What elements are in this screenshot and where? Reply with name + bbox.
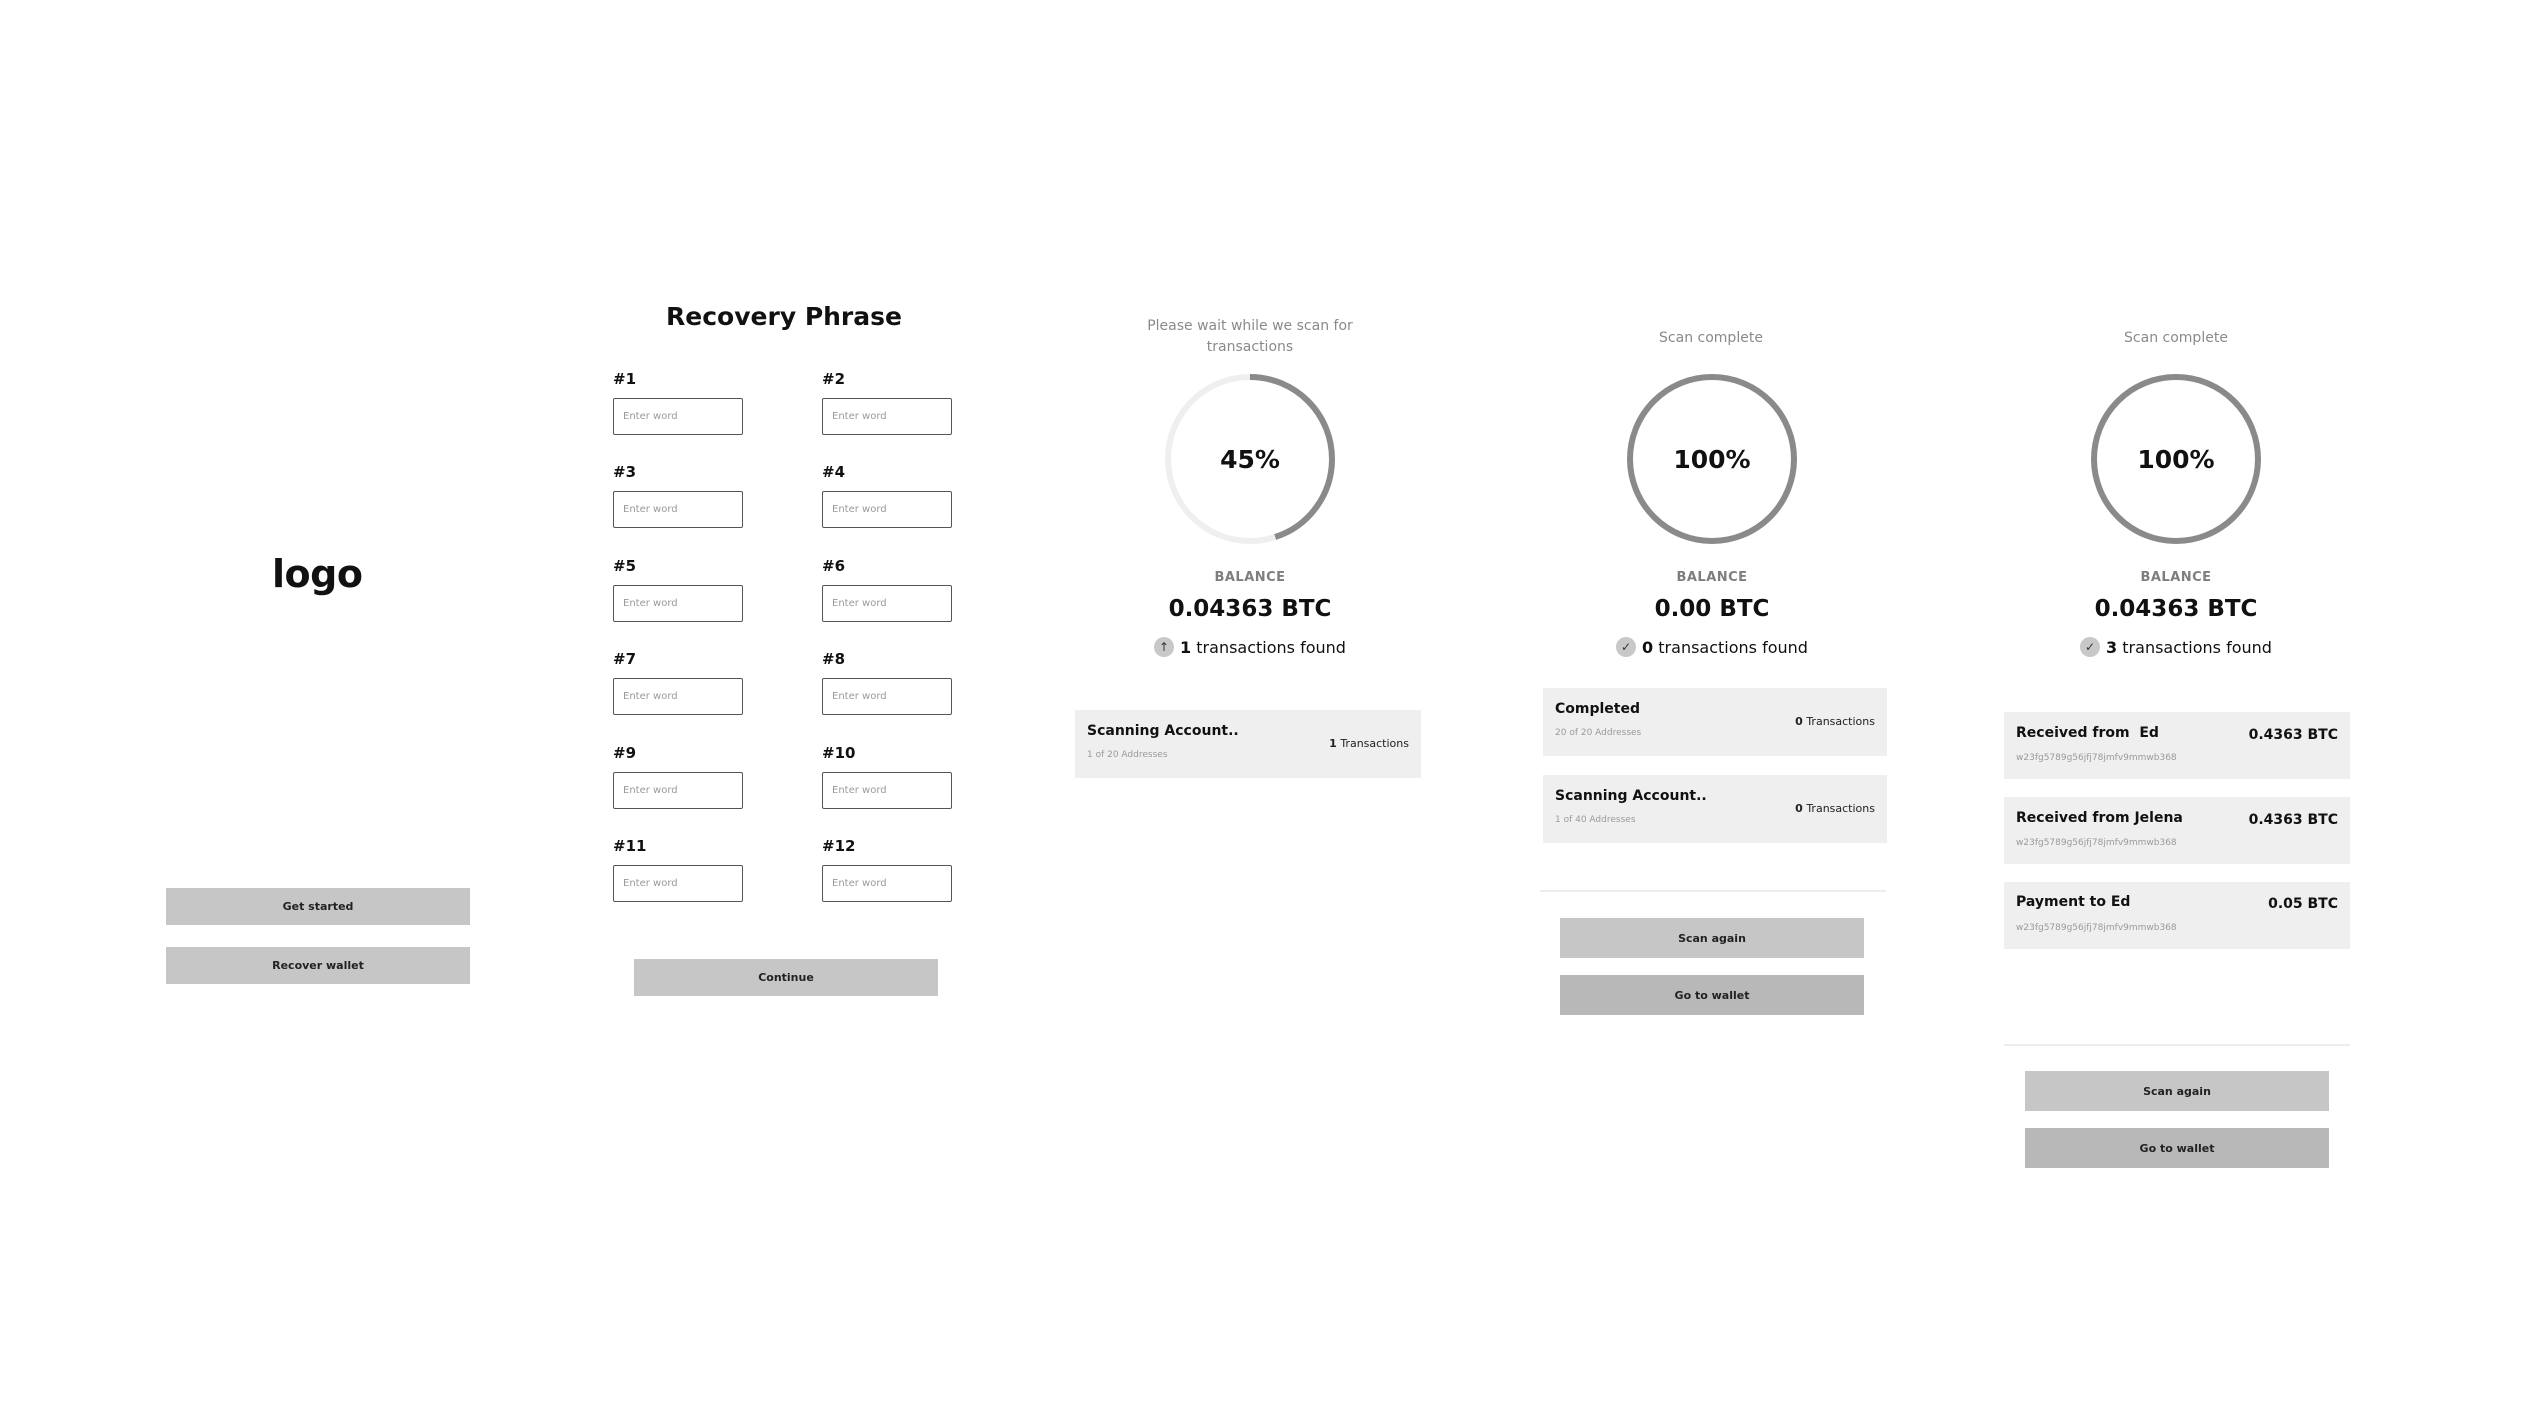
account-subtitle: 20 of 20 Addresses bbox=[1555, 728, 1642, 738]
transactions-found: ✓ 0 transactions found bbox=[1562, 637, 1862, 657]
word-input[interactable] bbox=[613, 865, 743, 902]
balance-label: BALANCE bbox=[1676, 570, 1748, 585]
account-tx-count: 0 Transactions bbox=[1795, 802, 1875, 815]
word-input[interactable] bbox=[822, 772, 952, 809]
transaction-amount: 0.05 BTC bbox=[2268, 896, 2338, 912]
check-icon: ✓ bbox=[2080, 637, 2101, 657]
account-subtitle: 1 of 20 Addresses bbox=[1087, 750, 1168, 760]
word-input[interactable] bbox=[822, 491, 952, 528]
tx-suffix: transactions found bbox=[2122, 637, 2272, 657]
word-input[interactable] bbox=[613, 585, 743, 622]
transaction-card[interactable]: Received from Jelena w23fg5789g56jfj78jm… bbox=[2004, 797, 2350, 864]
tx-suffix: transactions found bbox=[1658, 637, 1808, 657]
scanning-message: Please wait while we scan for transactio… bbox=[1147, 318, 1353, 355]
word-label: #6 bbox=[822, 557, 846, 575]
word-label: #9 bbox=[613, 744, 637, 762]
word-label: #1 bbox=[613, 370, 637, 388]
account-card: Scanning Account.. 1 of 20 Addresses 1 T… bbox=[1075, 710, 1421, 778]
account-title: Scanning Account.. bbox=[1555, 788, 1707, 804]
progress-percent-label: 100% bbox=[1673, 445, 1750, 474]
tx-count: 1 bbox=[1180, 637, 1192, 657]
scan-again-button[interactable]: Scan again bbox=[1560, 918, 1864, 958]
transactions-found: ✓ 3 transactions found bbox=[2026, 637, 2326, 657]
word-input[interactable] bbox=[613, 772, 743, 809]
word-input[interactable] bbox=[822, 398, 952, 435]
scan-progress-ring: 100% bbox=[2091, 374, 2261, 544]
word-input[interactable] bbox=[613, 678, 743, 715]
balance-value: 0.00 BTC bbox=[1654, 596, 1770, 622]
transaction-title: Payment to Ed bbox=[2016, 894, 2131, 910]
transactions-found: ↑ 1 transactions found bbox=[1100, 637, 1400, 657]
word-label: #5 bbox=[613, 557, 637, 575]
word-input[interactable] bbox=[822, 865, 952, 902]
account-tx-count: 1 Transactions bbox=[1329, 737, 1409, 750]
scan-progress-ring: 100% bbox=[1627, 374, 1797, 544]
word-label: #7 bbox=[613, 650, 637, 668]
account-card: Scanning Account.. 1 of 40 Addresses 0 T… bbox=[1543, 775, 1887, 843]
word-label: #8 bbox=[822, 650, 846, 668]
balance-label: BALANCE bbox=[1214, 570, 1286, 585]
transaction-address: w23fg5789g56jfj78jmfv9mmwb368 bbox=[2016, 838, 2177, 848]
recover-wallet-button[interactable]: Recover wallet bbox=[166, 947, 470, 984]
word-label: #2 bbox=[822, 370, 846, 388]
divider bbox=[1540, 890, 1886, 892]
transaction-address: w23fg5789g56jfj78jmfv9mmwb368 bbox=[2016, 923, 2177, 933]
go-to-wallet-button[interactable]: Go to wallet bbox=[2025, 1128, 2329, 1168]
word-input[interactable] bbox=[613, 398, 743, 435]
progress-percent-label: 45% bbox=[1220, 445, 1280, 474]
progress-percent-label: 100% bbox=[2137, 445, 2214, 474]
account-title: Completed bbox=[1555, 701, 1641, 717]
account-tx-count: 0 Transactions bbox=[1795, 715, 1875, 728]
scan-progress-ring: 45% bbox=[1165, 374, 1335, 544]
word-input[interactable] bbox=[822, 678, 952, 715]
tx-count: 3 bbox=[2106, 637, 2118, 657]
transaction-title: Received from Jelena bbox=[2016, 810, 2183, 826]
word-label: #12 bbox=[822, 837, 856, 855]
continue-button[interactable]: Continue bbox=[634, 959, 938, 996]
logo: logo bbox=[272, 552, 363, 596]
check-icon: ✓ bbox=[1616, 637, 1637, 657]
balance-value: 0.04363 BTC bbox=[2094, 596, 2258, 622]
transaction-card[interactable]: Received from Ed w23fg5789g56jfj78jmfv9m… bbox=[2004, 712, 2350, 779]
transaction-card[interactable]: Payment to Ed w23fg5789g56jfj78jmfv9mmwb… bbox=[2004, 882, 2350, 949]
scan-complete-message: Scan complete bbox=[1659, 330, 1763, 346]
word-input[interactable] bbox=[822, 585, 952, 622]
tx-suffix: transactions found bbox=[1196, 637, 1346, 657]
balance-label: BALANCE bbox=[2140, 570, 2212, 585]
account-card: Completed 20 of 20 Addresses 0 Transacti… bbox=[1543, 688, 1887, 756]
recovery-phrase-title: Recovery Phrase bbox=[666, 302, 902, 331]
transaction-title: Received from Ed bbox=[2016, 725, 2159, 741]
word-label: #3 bbox=[613, 463, 637, 481]
arrow-up-icon: ↑ bbox=[1154, 637, 1175, 657]
go-to-wallet-button[interactable]: Go to wallet bbox=[1560, 975, 1864, 1015]
balance-value: 0.04363 BTC bbox=[1168, 596, 1332, 622]
scan-again-button[interactable]: Scan again bbox=[2025, 1071, 2329, 1111]
word-label: #10 bbox=[822, 744, 856, 762]
account-subtitle: 1 of 40 Addresses bbox=[1555, 815, 1636, 825]
transaction-amount: 0.4363 BTC bbox=[2248, 727, 2338, 743]
get-started-button[interactable]: Get started bbox=[166, 888, 470, 925]
word-label: #4 bbox=[822, 463, 846, 481]
word-input[interactable] bbox=[613, 491, 743, 528]
tx-count: 0 bbox=[1642, 637, 1654, 657]
scan-complete-message: Scan complete bbox=[2124, 330, 2228, 346]
account-title: Scanning Account.. bbox=[1087, 723, 1239, 739]
divider bbox=[2004, 1044, 2350, 1046]
transaction-address: w23fg5789g56jfj78jmfv9mmwb368 bbox=[2016, 753, 2177, 763]
word-label: #11 bbox=[613, 837, 647, 855]
transaction-amount: 0.4363 BTC bbox=[2248, 812, 2338, 828]
